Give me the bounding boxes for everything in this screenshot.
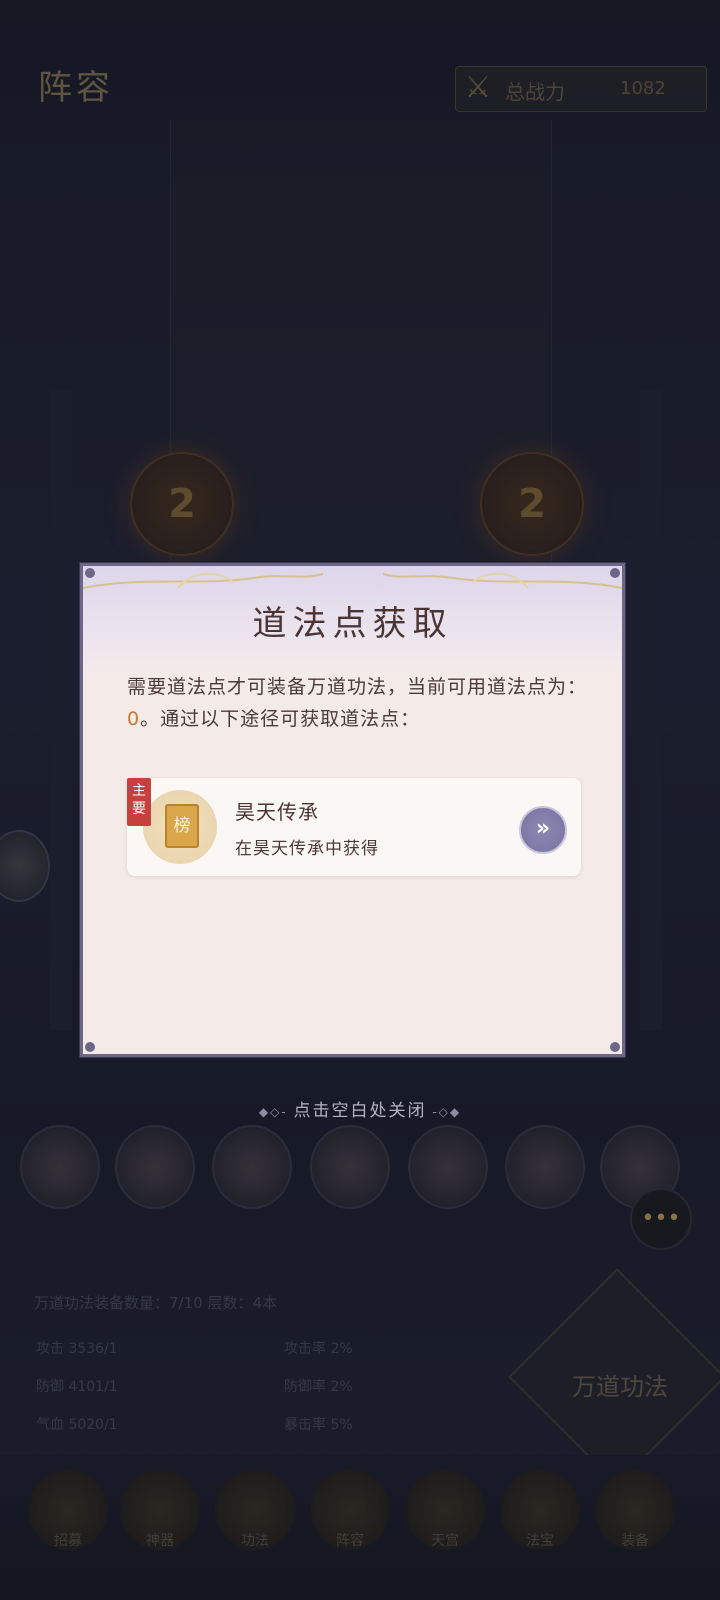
nav-label: 阵容 <box>336 1533 364 1549</box>
diamond-ornament-icon: ◆◇- <box>258 1105 294 1119</box>
nav-label: 法宝 <box>526 1533 554 1549</box>
crossed-swords-icon: ⚔ <box>464 70 492 105</box>
right-pillar <box>640 390 662 1030</box>
diamond-ornament-icon: -◇◆ <box>426 1105 462 1119</box>
nav-label: 神器 <box>146 1533 174 1549</box>
desc-text: 需要道法点才可装备万道功法，当前可用道法点为： <box>127 676 588 698</box>
wandao-gate-label: 万道功法 <box>572 1373 668 1401</box>
stat-text: 攻击 3536/1 <box>36 1341 118 1357</box>
chat-bubble-icon[interactable]: ••• <box>630 1188 692 1250</box>
hero-avatar[interactable] <box>115 1125 195 1209</box>
hero-avatar[interactable] <box>408 1125 488 1209</box>
nav-label: 功法 <box>241 1533 269 1549</box>
total-power-value: 1082 <box>620 78 666 99</box>
stat-text: 防御率 2% <box>284 1379 353 1395</box>
equip-info-panel: 万道功法装备数量：7/10 层数：4本 攻击 3536/1 防御 4101/1 … <box>22 1280 522 1460</box>
route-icon: 榜 <box>143 790 217 864</box>
total-power-label: 总战力 <box>505 80 565 104</box>
nav-label: 装备 <box>621 1533 649 1549</box>
stat-text: 防御 4101/1 <box>36 1379 118 1395</box>
route-name: 昊天传承 <box>235 800 319 824</box>
formation-slot-right[interactable]: 2 <box>480 452 584 556</box>
nav-label: 天宫 <box>431 1533 459 1549</box>
page-title: 阵容 <box>38 68 114 108</box>
dialog-description: 需要道法点才可装备万道功法，当前可用道法点为： 0。通过以下途径可获取道法点： <box>127 671 597 735</box>
stat-text: 攻击率 2% <box>284 1341 353 1357</box>
hero-avatar[interactable] <box>310 1125 390 1209</box>
corner-ornament <box>610 1042 620 1052</box>
hero-avatar[interactable] <box>20 1125 100 1209</box>
dialog-title: 道法点获取 <box>252 604 453 644</box>
stat-text: 气血 5020/1 <box>36 1417 118 1433</box>
nav-label: 招募 <box>54 1533 82 1549</box>
hero-avatar-row <box>0 1125 720 1215</box>
formation-slot-left[interactable]: 2 <box>130 452 234 556</box>
close-hint[interactable]: ◆◇- 点击空白处关闭 -◇◆ <box>0 1096 720 1121</box>
main-route-tag: 主要 <box>127 778 151 826</box>
route-subtitle: 在昊天传承中获得 <box>235 839 379 859</box>
ranking-banner-icon: 榜 <box>165 804 199 848</box>
acquire-points-dialog: 道法点获取 需要道法点才可装备万道功法，当前可用道法点为： 0。通过以下途径可获取… <box>80 563 625 1057</box>
desc-text: 。通过以下途径可获取道法点： <box>140 708 421 730</box>
go-arrow-icon[interactable]: » <box>519 806 567 854</box>
left-pillar <box>50 390 72 1030</box>
hero-avatar[interactable] <box>505 1125 585 1209</box>
slot-number-icon: 2 <box>168 481 196 527</box>
corner-ornament <box>610 568 620 578</box>
side-avatar[interactable] <box>0 830 50 902</box>
close-hint-text: 点击空白处关闭 <box>293 1101 427 1121</box>
stat-text: 暴击率 5% <box>284 1417 353 1433</box>
corner-ornament <box>85 1042 95 1052</box>
route-card-haotian[interactable]: 榜 主要 昊天传承 在昊天传承中获得 » <box>127 778 581 876</box>
hero-avatar[interactable] <box>212 1125 292 1209</box>
slot-number-icon: 2 <box>518 481 546 527</box>
available-points-value: 0 <box>127 708 141 730</box>
corner-ornament <box>85 568 95 578</box>
equip-count-text: 万道功法装备数量：7/10 层数：4本 <box>34 1294 277 1312</box>
